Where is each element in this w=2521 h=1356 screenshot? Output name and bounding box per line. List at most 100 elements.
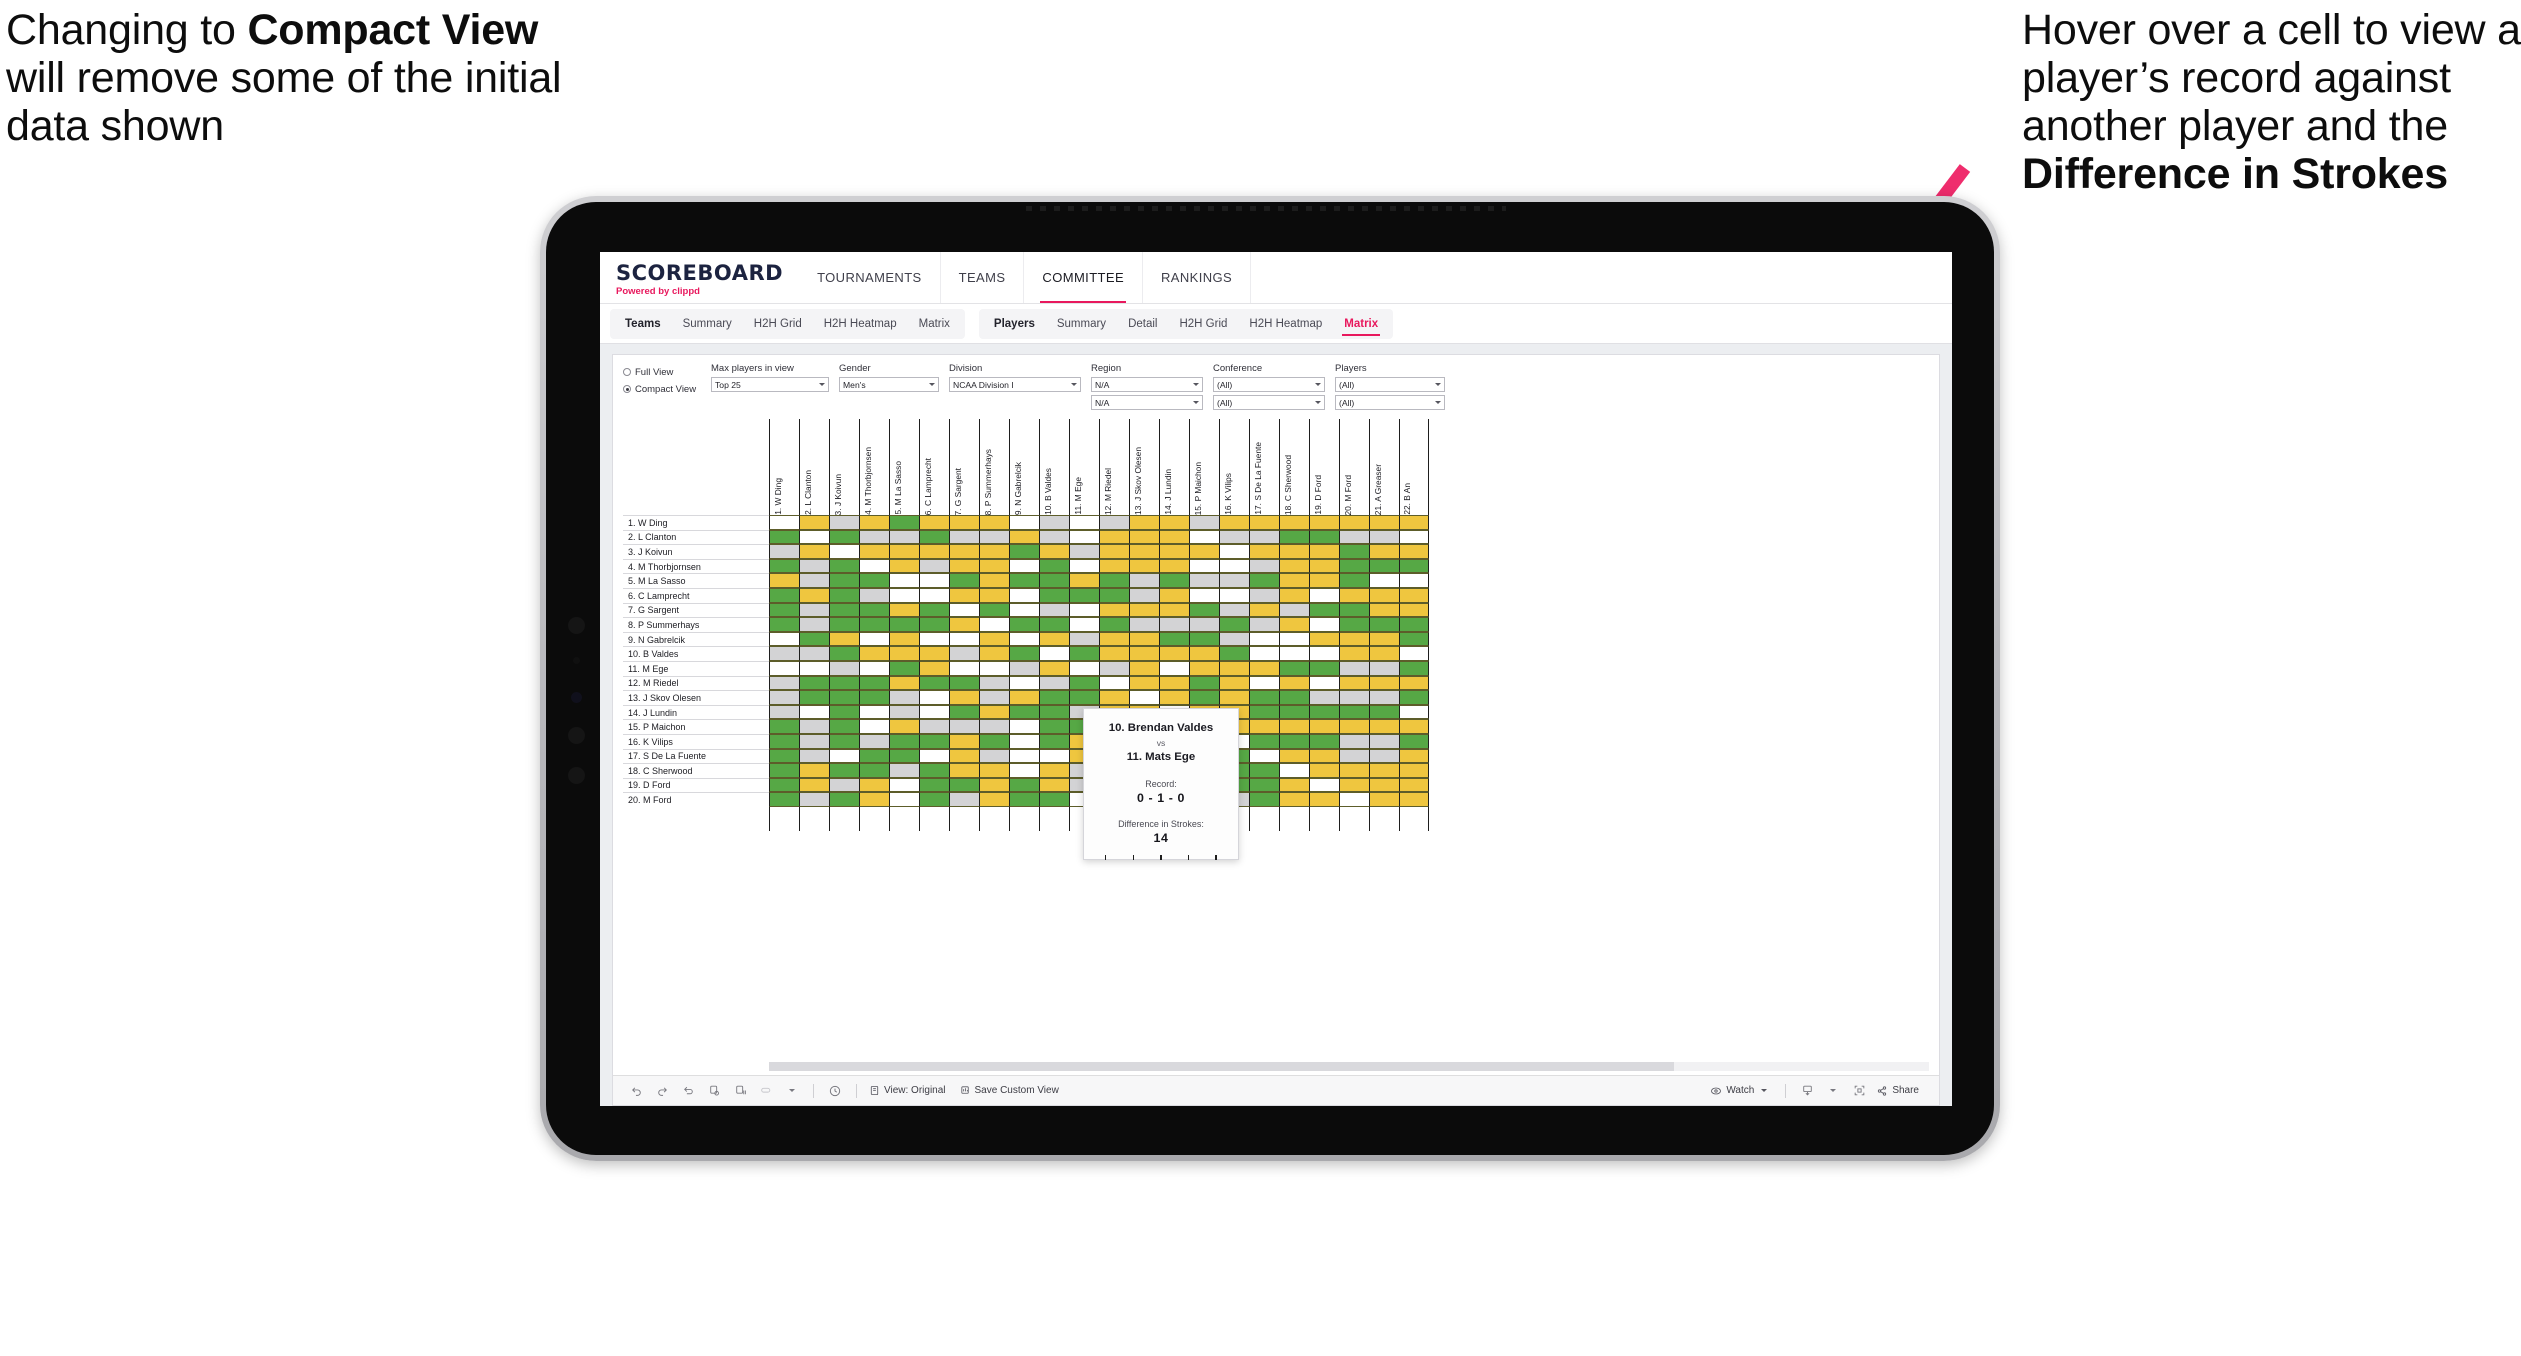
matrix-cell[interactable] [949,704,979,720]
matrix-cell[interactable] [1369,748,1399,764]
matrix-cell[interactable] [829,631,859,647]
matrix-column-header[interactable]: 7. G Sargent [949,419,979,515]
matrix-cell[interactable] [919,602,949,618]
matrix-cell[interactable] [1309,631,1339,647]
matrix-cell[interactable] [889,573,919,588]
matrix-row-label[interactable]: 16. K Vilips [623,733,769,749]
matrix-cell[interactable] [949,777,979,793]
matrix-cell[interactable] [1399,515,1429,530]
matrix-cell[interactable] [949,763,979,778]
matrix-cell[interactable] [1369,602,1399,618]
matrix-cell[interactable] [1099,660,1129,676]
matrix-cell[interactable] [829,792,859,807]
matrix-cell[interactable] [1219,617,1249,632]
matrix-cell[interactable] [1099,587,1129,603]
matrix-cell[interactable] [1249,602,1279,618]
matrix-cell[interactable] [799,529,829,545]
matrix-cell[interactable] [1069,602,1099,618]
matrix-cell[interactable] [979,690,1009,705]
matrix-cell[interactable] [1249,587,1279,603]
subnav-players-h2h-grid[interactable]: H2H Grid [1168,309,1238,339]
matrix-cell[interactable] [1069,646,1099,661]
matrix-cell[interactable] [889,675,919,691]
matrix-row-label[interactable]: 12. M Riedel [623,675,769,691]
matrix-column-header[interactable]: 3. J Koivun [829,419,859,515]
matrix-cell[interactable] [1159,646,1189,661]
matrix-cell[interactable] [799,617,829,632]
matrix-cell[interactable] [1009,558,1039,574]
matrix-cell[interactable] [1339,617,1369,632]
matrix-cell[interactable] [949,690,979,705]
watch-button[interactable]: Watch [1706,1085,1777,1097]
matrix-cell[interactable] [979,763,1009,778]
matrix-column-header[interactable]: 14. J Lundin [1159,419,1189,515]
filter-region-select[interactable]: N/A [1091,377,1203,392]
matrix-cell[interactable] [1249,704,1279,720]
matrix-cell[interactable] [1339,690,1369,705]
matrix-cell[interactable] [859,733,889,749]
fullscreen-icon[interactable] [1846,1076,1872,1106]
matrix-cell[interactable] [1219,631,1249,647]
matrix-cell[interactable] [979,719,1009,734]
matrix-cell[interactable] [1279,617,1309,632]
matrix-cell[interactable] [799,631,829,647]
matrix-cell[interactable] [949,675,979,691]
matrix-cell[interactable] [1399,660,1429,676]
matrix-cell[interactable] [1159,631,1189,647]
filter-conference-select-2[interactable]: (All) [1213,395,1325,410]
matrix-cell[interactable] [1009,544,1039,559]
matrix-cell[interactable] [1069,573,1099,588]
matrix-cell[interactable] [889,617,919,632]
view-mode-compact[interactable]: Compact View [623,382,711,396]
matrix-cell[interactable] [1099,631,1129,647]
filter-gender-select[interactable]: Men's [839,377,939,392]
matrix-cell[interactable] [1309,763,1339,778]
matrix-cell[interactable] [1159,515,1189,530]
matrix-cell[interactable] [1009,660,1039,676]
matrix-cell[interactable] [919,748,949,764]
matrix-column-header[interactable]: 22. B An [1399,419,1429,515]
matrix-cell[interactable] [1219,529,1249,545]
matrix-column-header[interactable]: 16. K Vilips [1219,419,1249,515]
matrix-row-label[interactable]: 9. N Gabrelcik [623,631,769,647]
redo-icon[interactable] [649,1076,675,1106]
matrix-cell[interactable] [829,675,859,691]
matrix-cell[interactable] [1039,660,1069,676]
matrix-cell[interactable] [769,587,799,603]
matrix-cell[interactable] [859,675,889,691]
matrix-cell[interactable] [1339,602,1369,618]
matrix-cell[interactable] [799,544,829,559]
matrix-cell[interactable] [1309,602,1339,618]
matrix-cell[interactable] [799,587,829,603]
matrix-cell[interactable] [1039,733,1069,749]
matrix-cell[interactable] [1249,646,1279,661]
matrix-cell[interactable] [1039,602,1069,618]
download-icon[interactable] [1794,1076,1820,1106]
matrix-cell[interactable] [1369,558,1399,574]
matrix-cell[interactable] [829,690,859,705]
matrix-cell[interactable] [1039,748,1069,764]
matrix-cell[interactable] [829,529,859,545]
filter-dropdown-caret[interactable] [779,1076,805,1106]
matrix-cell[interactable] [859,646,889,661]
matrix-cell[interactable] [889,690,919,705]
matrix-column-header[interactable]: 20. M Ford [1339,419,1369,515]
matrix-cell[interactable] [799,719,829,734]
matrix-cell[interactable] [859,573,889,588]
matrix-cell[interactable] [1039,777,1069,793]
matrix-row-label[interactable]: 2. L Clanton [623,529,769,545]
subnav-players-summary[interactable]: Summary [1046,309,1117,339]
matrix-column-header[interactable]: 21. A Greaser [1369,419,1399,515]
matrix-cell[interactable] [1069,631,1099,647]
subnav-players-matrix[interactable]: Matrix [1333,309,1389,339]
matrix-cell[interactable] [1339,719,1369,734]
matrix-row-label[interactable]: 4. M Thorbjornsen [623,558,769,574]
matrix-cell[interactable] [1069,558,1099,574]
matrix-cell[interactable] [1189,558,1219,574]
matrix-column-header[interactable]: 18. C Sherwood [1279,419,1309,515]
matrix-cell[interactable] [919,690,949,705]
matrix-cell[interactable] [1159,675,1189,691]
matrix-cell[interactable] [1219,675,1249,691]
matrix-cell[interactable] [949,733,979,749]
matrix-cell[interactable] [949,646,979,661]
